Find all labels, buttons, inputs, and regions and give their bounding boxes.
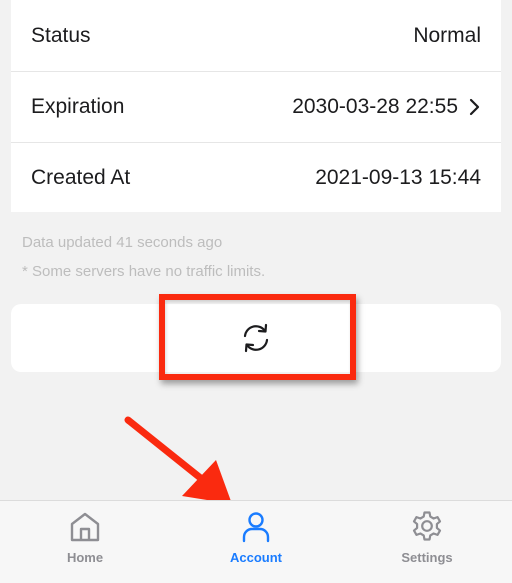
refresh-icon [239, 321, 273, 355]
tab-account[interactable]: Account [171, 501, 341, 583]
data-updated-note: Data updated 41 seconds ago [22, 234, 223, 251]
person-icon [238, 509, 274, 545]
created-at-value: 2021-09-13 15:44 [315, 166, 481, 189]
created-at-label: Created At [31, 166, 131, 189]
traffic-limits-note: * Some servers have no traffic limits. [22, 263, 266, 280]
gear-icon [409, 509, 445, 545]
info-notes: Data updated 41 seconds ago * Some serve… [22, 228, 265, 286]
tab-settings[interactable]: Settings [342, 501, 512, 583]
expiration-label: Expiration [31, 95, 125, 118]
tab-home-label: Home [66, 550, 104, 565]
tab-settings-label: Settings [401, 550, 453, 565]
status-value: Normal [413, 23, 481, 47]
home-icon [67, 509, 103, 545]
account-info-card: Status Normal Expiration 2030-03-28 22:5… [11, 0, 501, 212]
created-at-row: Created At 2021-09-13 15:44 [11, 142, 501, 213]
expiration-value-group: 2030-03-28 22:55 [292, 95, 481, 119]
account-screen: Status Normal Expiration 2030-03-28 22:5… [0, 0, 512, 583]
chevron-right-icon [467, 98, 481, 116]
expiration-value: 2030-03-28 22:55 [292, 95, 458, 118]
annotation-arrow [124, 416, 232, 504]
status-label: Status [31, 23, 91, 47]
tab-account-label: Account [230, 550, 282, 565]
tab-bar: Home Account Settings [0, 500, 512, 583]
expiration-row[interactable]: Expiration 2030-03-28 22:55 [11, 71, 501, 142]
status-row: Status Normal [11, 0, 501, 71]
tab-home[interactable]: Home [0, 501, 170, 583]
refresh-button[interactable] [11, 304, 501, 372]
